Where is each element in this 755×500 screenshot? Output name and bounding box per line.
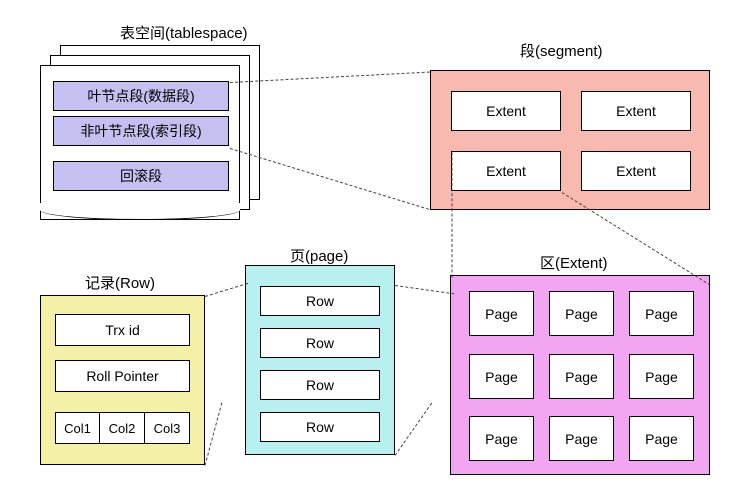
extent-cell: Page	[549, 416, 614, 461]
extent-cell: Page	[469, 416, 534, 461]
extent-cell: Page	[469, 354, 534, 399]
extent-cell: Page	[549, 291, 614, 336]
row-col: Col2	[100, 412, 145, 444]
row-title: 记录(Row)	[85, 272, 155, 293]
row-rollpointer: Roll Pointer	[55, 360, 190, 392]
row-columns: Col1 Col2 Col3	[55, 412, 190, 444]
connector-segment-extent-left	[452, 153, 453, 278]
page-row: Row	[260, 328, 380, 358]
extent-box: Page Page Page Page Page Page Page Page …	[450, 275, 710, 475]
row-trxid: Trx id	[55, 314, 190, 346]
connector-page-row-bot	[205, 403, 223, 466]
tablespace-sheet-front: 叶节点段(数据段) 非叶节点段(索引段) 回滚段	[40, 65, 240, 220]
tablespace-segment-nonleaf: 非叶节点段(索引段)	[53, 116, 229, 146]
extent-cell: Page	[629, 354, 694, 399]
connector-extent-page-top	[395, 285, 455, 294]
row-col: Col1	[55, 412, 100, 444]
page-row: Row	[260, 286, 380, 316]
segment-box: Extent Extent Extent Extent	[430, 70, 710, 210]
row-box: Trx id Roll Pointer Col1 Col2 Col3	[40, 295, 205, 465]
extent-cell: Page	[469, 291, 534, 336]
tablespace-segment-rollback: 回滚段	[53, 161, 229, 191]
page-box: Row Row Row Row	[245, 265, 395, 455]
connector-extent-page-bot	[395, 403, 433, 456]
segment-cell: Extent	[581, 91, 691, 131]
segment-cell: Extent	[581, 151, 691, 191]
segment-cell: Extent	[451, 151, 561, 191]
extent-cell: Page	[629, 291, 694, 336]
page-row: Row	[260, 412, 380, 442]
extent-title: 区(Extent)	[540, 252, 608, 273]
extent-cell: Page	[629, 416, 694, 461]
segment-cell: Extent	[451, 91, 561, 131]
tablespace-title: 表空间(tablespace)	[120, 22, 248, 43]
row-col: Col3	[145, 412, 190, 444]
tablespace-segment-leaf: 叶节点段(数据段)	[53, 81, 229, 111]
segment-title: 段(segment)	[520, 40, 603, 61]
page-title: 页(page)	[290, 245, 348, 266]
extent-cell: Page	[549, 354, 614, 399]
connector-page-row-top	[205, 283, 248, 297]
page-row: Row	[260, 370, 380, 400]
